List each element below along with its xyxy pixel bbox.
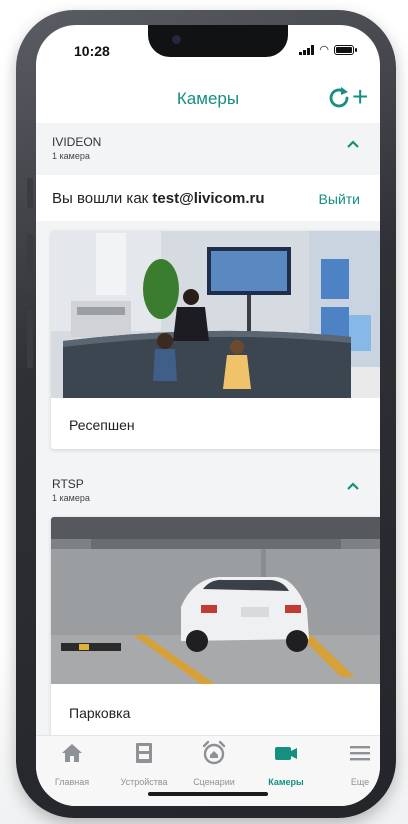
- nav-item-devices[interactable]: Устройства: [110, 740, 178, 787]
- wifi-icon: ◠: [319, 44, 329, 56]
- camera-card-parking[interactable]: Парковка: [51, 517, 380, 735]
- section-name: RTSP: [52, 477, 84, 491]
- devices-icon: [136, 743, 152, 763]
- camera-list: IVIDEON 1 камера Вы вошли как test@livic…: [36, 123, 380, 735]
- chevron-up-icon[interactable]: [346, 137, 360, 151]
- nav-item-cameras[interactable]: Камеры: [252, 740, 320, 787]
- section-header-ivideon[interactable]: IVIDEON 1 камера: [36, 123, 380, 175]
- signal-icon: [299, 45, 315, 55]
- logout-button[interactable]: Выйти: [319, 191, 360, 207]
- camera-preview-parking: [51, 517, 380, 684]
- camera-card-reception[interactable]: Ресепшен: [51, 231, 380, 449]
- nav-item-home[interactable]: Главная: [38, 740, 106, 787]
- camera-preview-reception: [51, 231, 380, 398]
- login-prefix: Вы вошли как: [52, 190, 153, 207]
- chevron-up-icon[interactable]: [346, 479, 360, 493]
- login-email: test@livicom.ru: [152, 190, 265, 207]
- phone-mute-switch: [27, 178, 33, 208]
- phone-volume-down-button: [27, 310, 33, 368]
- camera-label-parking: Парковка: [69, 705, 131, 721]
- camera-icon: [275, 747, 297, 760]
- home-icon: [62, 744, 82, 762]
- nav-label: Камеры: [268, 777, 304, 787]
- camera-label-reception: Ресепшен: [69, 417, 135, 433]
- section-name: IVIDEON: [52, 135, 102, 149]
- battery-icon: [334, 45, 357, 55]
- login-row: Вы вошли как test@livicom.ru Выйти: [36, 175, 380, 221]
- nav-label: Устройства: [120, 777, 168, 787]
- refresh-icon[interactable]: [326, 85, 352, 111]
- phone-screen: 10:28 ◠ Камеры + IVIDEON 1 камера Вы вош…: [36, 25, 380, 806]
- status-icons: ◠: [299, 44, 357, 56]
- front-camera: [172, 35, 181, 44]
- plus-icon[interactable]: +: [352, 83, 368, 111]
- nav-label: Главная: [54, 777, 90, 787]
- menu-icon: [350, 746, 370, 761]
- section-header-rtsp[interactable]: RTSP 1 камера: [36, 465, 380, 517]
- status-time: 10:28: [74, 43, 110, 59]
- notch: [148, 25, 288, 57]
- phone-volume-up-button: [27, 234, 33, 292]
- login-text: Вы вошли как test@livicom.ru: [52, 190, 265, 207]
- section-count: 1 камера: [52, 493, 90, 503]
- app-header: Камеры +: [36, 71, 380, 123]
- section-count: 1 камера: [52, 151, 90, 161]
- nav-item-more[interactable]: Еще: [326, 740, 380, 787]
- nav-item-scenarios[interactable]: Сценарии: [180, 740, 248, 787]
- nav-label: Еще: [350, 777, 370, 787]
- nav-label: Сценарии: [193, 777, 235, 787]
- alarm-clock-icon: [202, 740, 226, 765]
- home-indicator[interactable]: [148, 792, 268, 796]
